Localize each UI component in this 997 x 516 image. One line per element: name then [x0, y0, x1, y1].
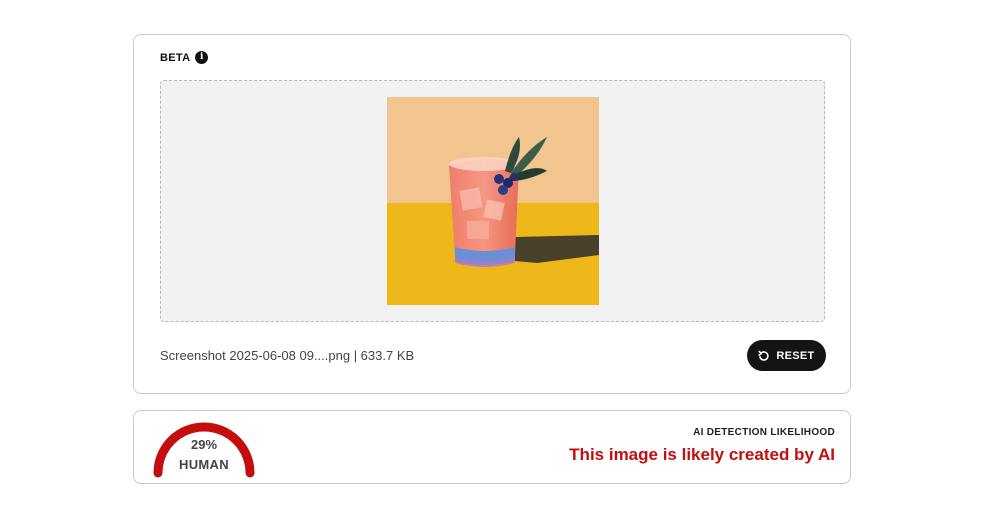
beta-row: BETA i — [160, 51, 209, 64]
upload-card: BETA i Screenshot 2025-06-08 09....png |… — [133, 34, 851, 394]
reset-button[interactable]: RESET — [747, 340, 826, 371]
beta-label: BETA — [160, 51, 191, 64]
reset-label: RESET — [776, 349, 815, 362]
likelihood-label: AI DETECTION LIKELIHOOD — [693, 427, 835, 438]
preview-image — [387, 97, 599, 305]
image-dropzone[interactable] — [160, 80, 825, 322]
gauge-label: HUMAN — [179, 457, 229, 472]
rotate-ccw-icon — [758, 350, 770, 361]
file-info: Screenshot 2025-06-08 09....png | 633.7 … — [160, 348, 415, 363]
verdict-text: This image is likely created by AI — [569, 445, 835, 464]
gauge-value: 29% — [190, 437, 218, 452]
result-card: 29% HUMAN AI DETECTION LIKELIHOOD This i… — [133, 410, 851, 484]
likelihood-gauge: 29% HUMAN — [150, 417, 258, 479]
info-icon[interactable]: i — [195, 51, 209, 64]
